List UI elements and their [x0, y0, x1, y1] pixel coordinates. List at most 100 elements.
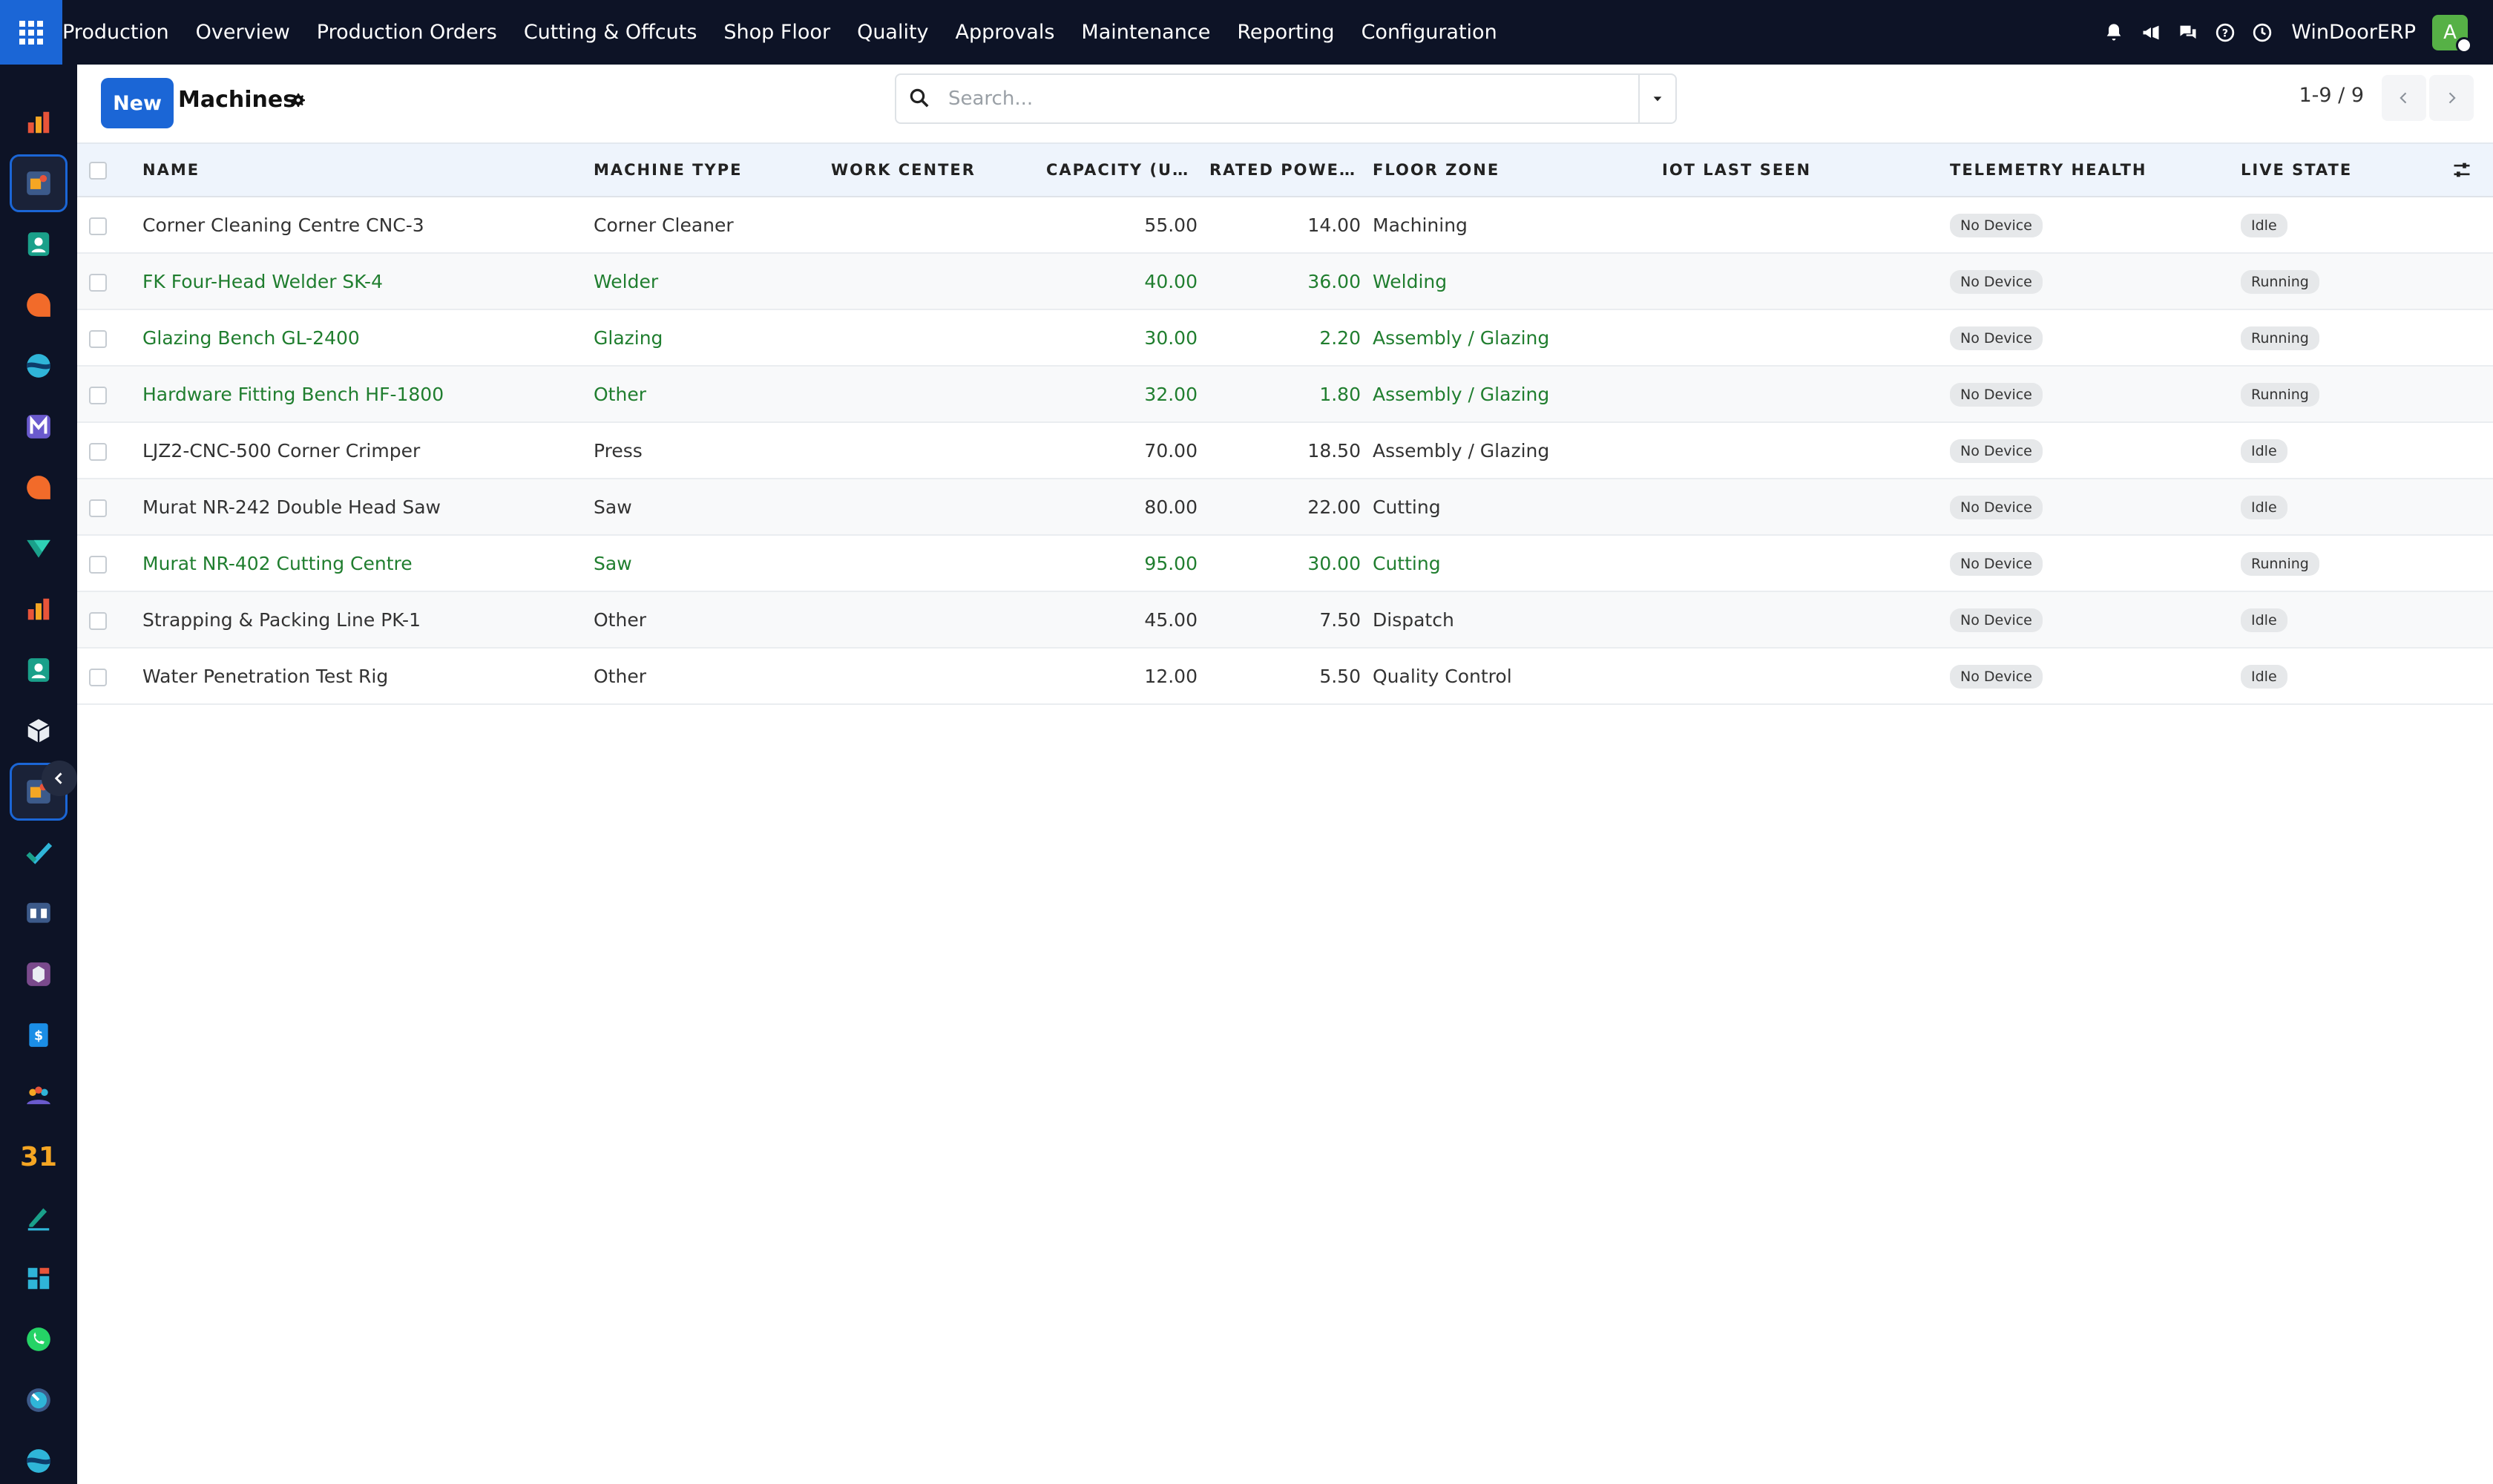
- invoicing-app-icon[interactable]: $: [12, 1008, 65, 1062]
- menu-item-cutting-offcuts[interactable]: Cutting & Offcuts: [524, 21, 697, 44]
- column-header-machine-type[interactable]: Machine Type: [588, 143, 825, 197]
- project-app-icon[interactable]: [12, 522, 65, 575]
- menu-item-production-orders[interactable]: Production Orders: [317, 21, 497, 44]
- table-row[interactable]: Corner Cleaning Centre CNC-3 Corner Clea…: [77, 197, 2493, 253]
- table-row[interactable]: Strapping & Packing Line PK-1 Other 45.0…: [77, 591, 2493, 648]
- user-avatar[interactable]: A: [2432, 14, 2472, 53]
- cell-rated-power: 2.20: [1319, 326, 1361, 349]
- column-header-work-center[interactable]: Work Center: [825, 143, 1040, 197]
- employees-app-icon[interactable]: [12, 643, 65, 697]
- sliders-icon[interactable]: [2432, 160, 2487, 180]
- cell-rated-power: 14.00: [1307, 214, 1361, 236]
- reporting-app-icon[interactable]: [12, 96, 65, 149]
- search-input[interactable]: [948, 82, 1601, 115]
- todo-app-icon[interactable]: [12, 826, 65, 879]
- whatsapp-app-icon[interactable]: [12, 1313, 65, 1366]
- app-switcher-button[interactable]: [0, 0, 62, 65]
- cell-name: LJZ2-CNC-500 Corner Crimper: [142, 439, 421, 462]
- bell-icon[interactable]: [2095, 0, 2132, 65]
- cell-machine-type: Press: [594, 439, 643, 462]
- caret-down-icon: [1653, 96, 1662, 102]
- menu-item-maintenance[interactable]: Maintenance: [1081, 21, 1210, 44]
- clock-icon[interactable]: [2244, 0, 2281, 65]
- column-header-capacity[interactable]: Capacity (Un...: [1040, 143, 1203, 197]
- calendar-app-icon[interactable]: 31: [12, 1130, 65, 1183]
- table-row[interactable]: LJZ2-CNC-500 Corner Crimper Press 70.00 …: [77, 422, 2493, 479]
- planning-app-icon[interactable]: [12, 1373, 65, 1427]
- search-options-toggle[interactable]: [1638, 75, 1675, 122]
- cell-machine-type: Saw: [594, 496, 632, 518]
- purchase-app-icon[interactable]: [12, 948, 65, 1001]
- cell-work-center: [825, 648, 1040, 704]
- help-icon[interactable]: ?: [2207, 0, 2244, 65]
- discuss-app-icon[interactable]: [12, 278, 65, 332]
- table-row[interactable]: Hardware Fitting Bench HF-1800 Other 32.…: [77, 366, 2493, 422]
- inventory-app-icon[interactable]: [12, 704, 65, 758]
- column-header-telemetry-health[interactable]: Telemetry Health: [1944, 143, 2235, 197]
- company-switcher[interactable]: WinDoorERP: [2291, 21, 2416, 44]
- live-state-badge: Running: [2241, 326, 2319, 350]
- row-checkbox[interactable]: [89, 668, 107, 686]
- new-button[interactable]: New: [101, 78, 174, 128]
- website-app-icon[interactable]: [12, 339, 65, 393]
- cell-capacity: 95.00: [1144, 552, 1198, 574]
- row-checkbox[interactable]: [89, 217, 107, 235]
- menu-item-approvals[interactable]: Approvals: [956, 21, 1055, 44]
- menu-item-configuration[interactable]: Configuration: [1362, 21, 1497, 44]
- livechat-app-icon[interactable]: [12, 461, 65, 514]
- row-checkbox[interactable]: [89, 442, 107, 461]
- cell-spacer: [2426, 591, 2493, 648]
- status-dot: [2456, 36, 2472, 53]
- table-row[interactable]: Murat NR-242 Double Head Saw Saw 80.00 2…: [77, 479, 2493, 535]
- dashboards-app-icon[interactable]: [12, 582, 65, 636]
- page-title[interactable]: Machines: [178, 87, 296, 113]
- cell-iot-last-seen: [1656, 197, 1944, 253]
- sidebar-collapse-button[interactable]: [42, 761, 77, 796]
- cell-work-center: [825, 535, 1040, 591]
- column-header-live-state[interactable]: Live State: [2235, 143, 2426, 197]
- team-app-icon[interactable]: [12, 1069, 65, 1123]
- column-header-iot-last-seen[interactable]: IoT Last Seen: [1656, 143, 1944, 197]
- cell-spacer: [2426, 309, 2493, 366]
- menu-item-reporting[interactable]: Reporting: [1237, 21, 1334, 44]
- menu-item-shop-floor[interactable]: Shop Floor: [723, 21, 830, 44]
- row-checkbox[interactable]: [89, 329, 107, 348]
- megaphone-icon[interactable]: [2132, 0, 2170, 65]
- gear-icon[interactable]: [289, 91, 307, 112]
- contacts-app-icon[interactable]: [12, 217, 65, 271]
- table-row[interactable]: FK Four-Head Welder SK-4 Welder 40.00 36…: [77, 253, 2493, 309]
- menu-item-overview[interactable]: Overview: [196, 21, 290, 44]
- table-row[interactable]: Water Penetration Test Rig Other 12.00 5…: [77, 648, 2493, 704]
- table-row[interactable]: Glazing Bench GL-2400 Glazing 30.00 2.20…: [77, 309, 2493, 366]
- cell-name: Strapping & Packing Line PK-1: [142, 608, 421, 631]
- row-checkbox[interactable]: [89, 611, 107, 630]
- row-checkbox[interactable]: [89, 273, 107, 292]
- pager-next-button[interactable]: [2429, 75, 2474, 121]
- email-marketing-app-icon[interactable]: [12, 400, 65, 453]
- column-header-rated-power[interactable]: Rated Power...: [1203, 143, 1367, 197]
- knowledge-app-icon[interactable]: [12, 887, 65, 940]
- chevron-left-icon: [54, 772, 62, 784]
- pager-previous-button[interactable]: [2382, 75, 2426, 121]
- app-brand[interactable]: Production: [62, 21, 169, 44]
- field-service-app-icon[interactable]: [12, 1434, 65, 1484]
- row-checkbox[interactable]: [89, 499, 107, 517]
- row-checkbox[interactable]: [89, 386, 107, 404]
- cell-machine-type: Corner Cleaner: [594, 214, 734, 236]
- search-icon: [908, 87, 930, 112]
- row-checkbox[interactable]: [89, 555, 107, 574]
- cell-rated-power: 36.00: [1307, 270, 1361, 292]
- apps-app-icon[interactable]: [12, 1252, 65, 1305]
- pager-value[interactable]: 1-9 / 9: [2299, 84, 2364, 107]
- cell-name: Glazing Bench GL-2400: [142, 326, 360, 349]
- column-header-floor-zone[interactable]: Floor Zone: [1367, 143, 1656, 197]
- cell-spacer: [2426, 197, 2493, 253]
- production-app-icon[interactable]: [10, 154, 68, 212]
- table-row[interactable]: Murat NR-402 Cutting Centre Saw 95.00 30…: [77, 535, 2493, 591]
- select-all-checkbox[interactable]: [89, 161, 107, 180]
- menu-item-quality[interactable]: Quality: [857, 21, 928, 44]
- chat-icon[interactable]: [2170, 0, 2207, 65]
- sign-app-icon[interactable]: [12, 1191, 65, 1244]
- cell-telemetry-health: No Device: [1944, 309, 2235, 366]
- column-header-name[interactable]: Name: [137, 143, 588, 197]
